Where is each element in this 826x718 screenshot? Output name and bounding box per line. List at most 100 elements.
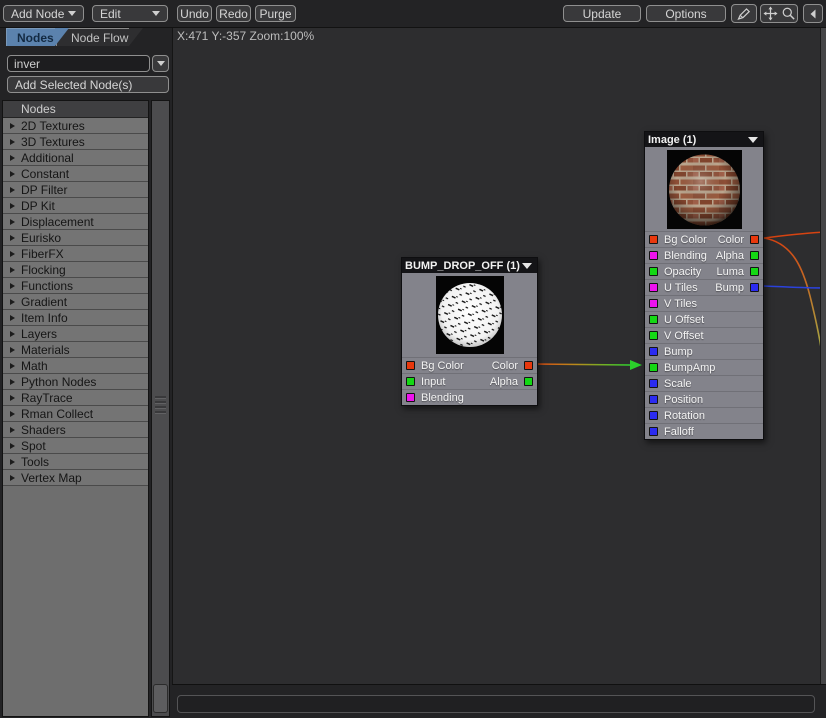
input-port-falloff[interactable] bbox=[649, 427, 658, 436]
input-port-v-offset[interactable] bbox=[649, 331, 658, 340]
node-title-bar[interactable]: BUMP_DROP_OFF (1) bbox=[402, 258, 537, 273]
pan-tool-button[interactable] bbox=[760, 4, 780, 23]
input-port-blending[interactable] bbox=[406, 393, 415, 402]
input-port-u-offset[interactable] bbox=[649, 315, 658, 324]
input-socket: U Offset bbox=[649, 314, 704, 326]
splitter-handle[interactable] bbox=[153, 684, 168, 713]
input-port-bump[interactable] bbox=[649, 347, 658, 356]
input-port-u-tiles[interactable] bbox=[649, 283, 658, 292]
expand-arrow-icon bbox=[10, 347, 15, 353]
sidebar-item-label: Python Nodes bbox=[21, 375, 96, 389]
purge-button[interactable]: Purge bbox=[255, 5, 296, 22]
sidebar-item-layers[interactable]: Layers bbox=[3, 326, 148, 342]
output-label: Alpha bbox=[490, 376, 518, 388]
sidebar-item-eurisko[interactable]: Eurisko bbox=[3, 230, 148, 246]
node-menu-icon[interactable] bbox=[522, 263, 532, 269]
panel-splitter-scrollbar[interactable] bbox=[151, 100, 170, 717]
expand-arrow-icon bbox=[10, 251, 15, 257]
collapse-panel-button[interactable] bbox=[803, 4, 823, 23]
edit-menu-button[interactable]: Edit bbox=[92, 5, 168, 22]
input-port-v-tiles[interactable] bbox=[649, 299, 658, 308]
input-label: Falloff bbox=[664, 426, 694, 438]
options-button[interactable]: Options bbox=[646, 5, 726, 22]
output-port-color[interactable] bbox=[524, 361, 533, 370]
sidebar-item-dp-kit[interactable]: DP Kit bbox=[3, 198, 148, 214]
sidebar-item-rman-collect[interactable]: Rman Collect bbox=[3, 406, 148, 422]
output-port-alpha[interactable] bbox=[524, 377, 533, 386]
expand-arrow-icon bbox=[10, 139, 15, 145]
input-port-position[interactable] bbox=[649, 395, 658, 404]
pan-icon bbox=[763, 6, 778, 21]
input-port-blending[interactable] bbox=[649, 251, 658, 260]
sidebar-item-shaders[interactable]: Shaders bbox=[3, 422, 148, 438]
output-port-alpha[interactable] bbox=[750, 251, 759, 260]
output-label: Alpha bbox=[716, 250, 744, 262]
node-image-1[interactable]: Image (1)Bg ColorColorBlendingAlphaOpaci… bbox=[644, 131, 764, 440]
wire-image-color-right bbox=[764, 232, 821, 238]
tab-slant bbox=[129, 28, 143, 46]
input-port-rotation[interactable] bbox=[649, 411, 658, 420]
sidebar-item-3d-textures[interactable]: 3D Textures bbox=[3, 134, 148, 150]
add-node-menu-button[interactable]: Add Node bbox=[3, 5, 84, 22]
tab-nodes[interactable]: Nodes bbox=[6, 28, 69, 46]
output-port-luma[interactable] bbox=[750, 267, 759, 276]
node-graph-canvas[interactable]: X:471 Y:-357 Zoom:100% BUMP_DROP_OFF (1)… bbox=[172, 28, 821, 684]
input-label: Position bbox=[664, 394, 703, 406]
pen-tool-button[interactable] bbox=[731, 4, 757, 23]
input-port-bumpamp[interactable] bbox=[649, 363, 658, 372]
collapse-left-icon bbox=[807, 8, 819, 20]
sidebar-item-item-info[interactable]: Item Info bbox=[3, 310, 148, 326]
tab-node-flow[interactable]: Node Flow bbox=[56, 28, 143, 46]
node-menu-icon[interactable] bbox=[748, 137, 758, 143]
sidebar-item-label: Math bbox=[21, 359, 48, 373]
expand-arrow-icon bbox=[10, 299, 15, 305]
node-search-input[interactable] bbox=[7, 55, 150, 72]
sidebar-item-displacement[interactable]: Displacement bbox=[3, 214, 148, 230]
output-port-color[interactable] bbox=[750, 235, 759, 244]
input-port-bg-color[interactable] bbox=[649, 235, 658, 244]
node-title-bar[interactable]: Image (1) bbox=[645, 132, 763, 147]
sidebar-item-materials[interactable]: Materials bbox=[3, 342, 148, 358]
search-history-dropdown-button[interactable] bbox=[152, 55, 169, 72]
input-label: V Tiles bbox=[664, 298, 697, 310]
redo-button[interactable]: Redo bbox=[216, 5, 251, 22]
node-row: Rotation bbox=[645, 407, 763, 423]
node-row: Bg ColorColor bbox=[645, 231, 763, 247]
sidebar-item-python-nodes[interactable]: Python Nodes bbox=[3, 374, 148, 390]
edit-label: Edit bbox=[100, 7, 121, 21]
zoom-tool-button[interactable] bbox=[779, 4, 798, 23]
sidebar-item-dp-filter[interactable]: DP Filter bbox=[3, 182, 148, 198]
sidebar-item-fiberfx[interactable]: FiberFX bbox=[3, 246, 148, 262]
sidebar-item-functions[interactable]: Functions bbox=[3, 278, 148, 294]
sidebar-item-vertex-map[interactable]: Vertex Map bbox=[3, 470, 148, 486]
bottom-bar bbox=[172, 684, 826, 718]
expand-arrow-icon bbox=[10, 155, 15, 161]
sidebar-item-gradient[interactable]: Gradient bbox=[3, 294, 148, 310]
node-comment-field[interactable] bbox=[177, 695, 815, 713]
undo-button[interactable]: Undo bbox=[177, 5, 212, 22]
sidebar-item-math[interactable]: Math bbox=[3, 358, 148, 374]
sidebar-item-raytrace[interactable]: RayTrace bbox=[3, 390, 148, 406]
sidebar-item-flocking[interactable]: Flocking bbox=[3, 262, 148, 278]
splitter-grip[interactable] bbox=[155, 396, 166, 416]
expand-arrow-icon bbox=[10, 171, 15, 177]
sidebar-item-tools[interactable]: Tools bbox=[3, 454, 148, 470]
node-bump-drop-off-1[interactable]: BUMP_DROP_OFF (1)Bg ColorColorInputAlpha… bbox=[401, 257, 538, 406]
update-button[interactable]: Update bbox=[563, 5, 641, 22]
sidebar-item-2d-textures[interactable]: 2D Textures bbox=[3, 118, 148, 134]
input-socket: Falloff bbox=[649, 426, 694, 438]
add-selected-nodes-button[interactable]: Add Selected Node(s) bbox=[7, 76, 169, 93]
input-port-opacity[interactable] bbox=[649, 267, 658, 276]
output-port-bump[interactable] bbox=[750, 283, 759, 292]
input-port-scale[interactable] bbox=[649, 379, 658, 388]
sidebar-item-spot[interactable]: Spot bbox=[3, 438, 148, 454]
input-label: Rotation bbox=[664, 410, 705, 422]
sidebar-item-constant[interactable]: Constant bbox=[3, 166, 148, 182]
input-socket: V Tiles bbox=[649, 298, 697, 310]
sidebar-item-additional[interactable]: Additional bbox=[3, 150, 148, 166]
input-port-input[interactable] bbox=[406, 377, 415, 386]
input-label: Input bbox=[421, 376, 445, 388]
input-socket: V Offset bbox=[649, 330, 704, 342]
canvas-right-scrollbar[interactable] bbox=[820, 28, 826, 684]
input-port-bg-color[interactable] bbox=[406, 361, 415, 370]
